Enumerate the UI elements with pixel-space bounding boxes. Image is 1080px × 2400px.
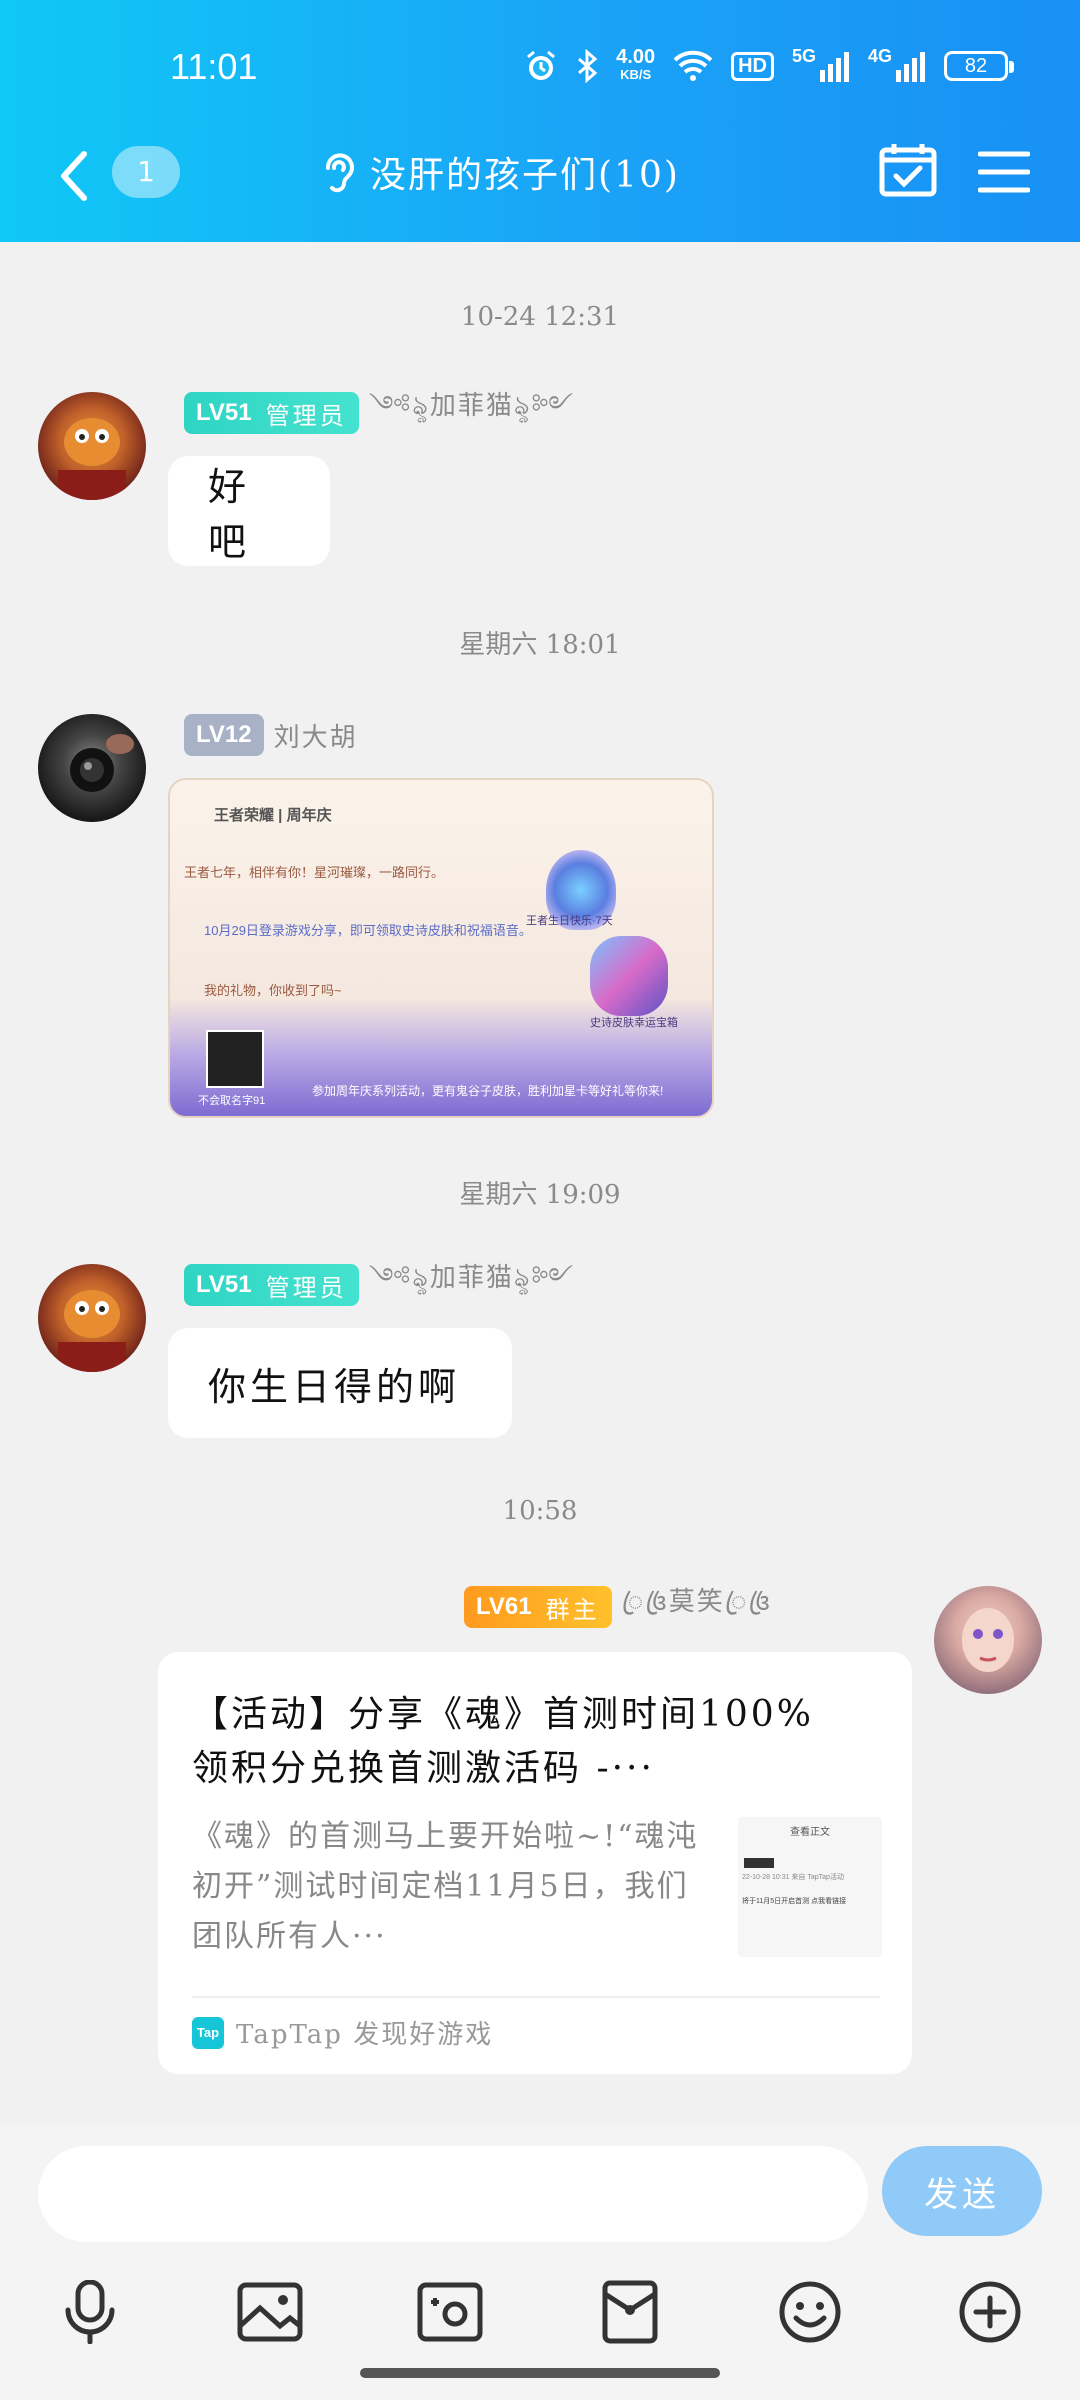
image-avatar [206, 1030, 264, 1088]
sender-name[interactable]: ꦿ꧔ꦿ莫笑ꦿ꧔ꦿ [622, 1581, 772, 1634]
taptap-icon: Tap [192, 2016, 224, 2049]
card-source: TapTap 发现好游戏 [236, 2020, 494, 2050]
calendar-check-icon[interactable] [878, 142, 938, 198]
smile-icon [779, 2281, 841, 2343]
message-bubble[interactable]: 好吧 [168, 456, 330, 566]
network-speed: 4.00 KB/S [616, 46, 656, 82]
send-button[interactable]: 发送 [882, 2146, 1042, 2236]
timestamp: 10-24 12:31 [460, 302, 620, 332]
card-description: 《魂》的首测马上要开始啦~!“魂沌初开”测试时间定档11月5日，我们团队所有人·… [192, 1819, 699, 1954]
level-badge: LV61 群主 [464, 1586, 612, 1628]
chat-nav: 1 没肝的孩子们(10) [0, 140, 1080, 210]
more-button[interactable] [950, 2272, 1030, 2352]
card-title: 【活动】分享《魂》首测时间100%领积分兑换首测激活码 -··· [192, 1694, 814, 1789]
red-packet-icon [602, 2280, 658, 2344]
timestamp: 10:58 [502, 1496, 578, 1526]
message-bubble[interactable]: 你生日得的啊 [168, 1328, 512, 1438]
thumb-block [744, 1858, 774, 1868]
network-type-5g: 5G [791, 45, 816, 66]
voice-button[interactable] [50, 2272, 130, 2352]
thumb-title: 查看正文 [790, 1827, 830, 1838]
timestamp: 星期六 18:01 [459, 630, 621, 660]
card-thumbnail: 查看正文 22-10-28 10:31 来自 TapTap活动 将于11月5日开… [738, 1817, 882, 1957]
share-card[interactable]: 【活动】分享《魂》首测时间100%领积分兑换首测激活码 -··· 《魂》的首测马… [158, 1652, 912, 2074]
sender-name[interactable]: ༺ৡ加菲猫ৡ༻ [369, 377, 576, 450]
clock: 11:01 [170, 46, 258, 87]
thumb-text: 22-10-28 10:31 来自 TapTap活动 [742, 1874, 844, 1881]
sender-name[interactable]: ༺ৡ加菲猫ৡ༻ [369, 1249, 576, 1322]
redpacket-button[interactable] [590, 2272, 670, 2352]
avatar-garfield[interactable] [38, 392, 146, 500]
camera-icon [417, 2282, 483, 2342]
network-type-4g: 4G [867, 45, 892, 66]
toolbar [0, 2272, 1080, 2352]
image-text: 我的礼物，你收到了吗~ [204, 983, 342, 998]
image-text: 不会取名字91 [198, 1095, 266, 1107]
image-text: 10月29日登录游戏分享，即可领取史诗皮肤和祝福语音。 [204, 923, 532, 938]
alarm-icon [527, 50, 556, 80]
chat-title: 没肝的孩子们(10) [370, 155, 680, 196]
level-badge: LV12 [184, 714, 264, 756]
thumb-text: 将于11月5日开启首测 点我看链接 [742, 1898, 847, 1905]
image-text: 王者生日快乐·7天 [526, 915, 613, 927]
timestamp: 星期六 19:09 [459, 1180, 621, 1210]
bluetooth-icon [578, 49, 598, 83]
image-text: 参加周年庆系列活动，更有鬼谷子皮肤，胜利加星卡等好礼等你来! [312, 1084, 664, 1098]
ear-icon[interactable] [320, 150, 356, 194]
signal-icon-2 [896, 52, 925, 82]
image-text: 史诗皮肤幸运宝箱 [590, 1017, 678, 1029]
plus-circle-icon [959, 2281, 1021, 2343]
card-divider [192, 1996, 880, 1998]
unread-count-badge[interactable]: 1 [112, 146, 180, 198]
level-badge: LV51 管理员 [184, 392, 359, 434]
image-brand: 王者荣耀 | 周年庆 [214, 807, 332, 824]
battery-icon: 82 [944, 51, 1014, 81]
home-indicator[interactable] [360, 2368, 720, 2378]
camera-button[interactable] [410, 2272, 490, 2352]
image-icon [237, 2282, 303, 2342]
wifi-icon [673, 50, 713, 81]
microphone-icon [65, 2280, 115, 2344]
status-bar: 11:01 4.00 KB/S HD 5G 4G 82 [0, 40, 1080, 100]
avatar-girl[interactable] [934, 1586, 1042, 1694]
message-input[interactable] [38, 2146, 868, 2242]
back-icon[interactable] [56, 150, 92, 202]
input-bar: 发送 [0, 2124, 1080, 2400]
hd-badge: HD [731, 51, 774, 81]
level-badge: LV51 管理员 [184, 1264, 359, 1306]
photo-button[interactable] [230, 2272, 310, 2352]
image-text: 王者七年，相伴有你！星河璀璨，一路同行。 [184, 865, 445, 880]
menu-icon[interactable] [978, 150, 1030, 194]
avatar-garfield[interactable] [38, 1264, 146, 1372]
header: 11:01 4.00 KB/S HD 5G 4G 82 1 没肝的孩子们(10) [0, 0, 1080, 242]
emoji-button[interactable] [770, 2272, 850, 2352]
avatar-camera[interactable] [38, 714, 146, 822]
image-emblem [590, 936, 668, 1016]
image-message[interactable]: 王者荣耀 | 周年庆 王者七年，相伴有你！星河璀璨，一路同行。 10月29日登录… [168, 778, 714, 1118]
signal-icon [819, 52, 849, 82]
sender-name[interactable]: 刘大胡 [274, 717, 358, 754]
